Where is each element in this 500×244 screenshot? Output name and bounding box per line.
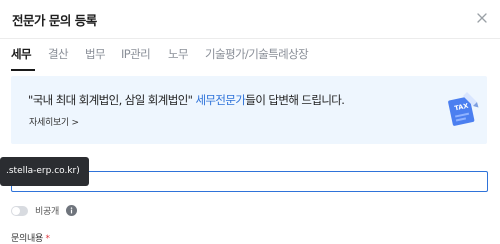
tab-labor[interactable]: 노무 [168, 46, 189, 62]
banner-message-accent: 세무전문가 [195, 93, 246, 107]
tab-ip[interactable]: IP관리 [121, 46, 151, 62]
private-label: 비공개 [35, 207, 59, 217]
private-toggle[interactable] [11, 206, 28, 216]
close-icon[interactable] [474, 10, 490, 26]
info-banner: "국내 최대 회계법인, 삼일 회계법인" 세무전문가들이 답변해 드립니다. … [11, 76, 487, 144]
active-tab-indicator [11, 69, 35, 71]
tooltip: .stella-erp.co.kr) [0, 157, 89, 186]
see-more-link[interactable]: 자세히보기 > [29, 115, 79, 128]
content-field-label: 문의내용 * [11, 231, 50, 244]
modal-title: 전문가 문의 등록 [12, 13, 97, 28]
toggle-knob [12, 207, 20, 215]
tab-legal[interactable]: 법무 [85, 46, 106, 62]
tab-tax[interactable]: 세무 [11, 46, 32, 62]
modal-header: 전문가 문의 등록 [0, 0, 500, 39]
info-icon[interactable] [66, 205, 77, 216]
banner-message-prefix: "국내 최대 회계법인, 삼일 회계법인" [28, 93, 196, 107]
tab-settlement[interactable]: 결산 [48, 46, 69, 62]
banner-message-suffix: 들이 답변해 드립니다. [245, 93, 345, 107]
banner-message: "국내 최대 회계법인, 삼일 회계법인" 세무전문가들이 답변해 드립니다. [28, 92, 345, 108]
tax-document-icon: TAX [448, 92, 479, 126]
tab-tech-evaluation[interactable]: 기술평가/기술특례상장 [205, 46, 309, 62]
category-tabs: 세무 결산 법무 IP관리 노무 기술평가/기술특례상장 [0, 38, 500, 72]
